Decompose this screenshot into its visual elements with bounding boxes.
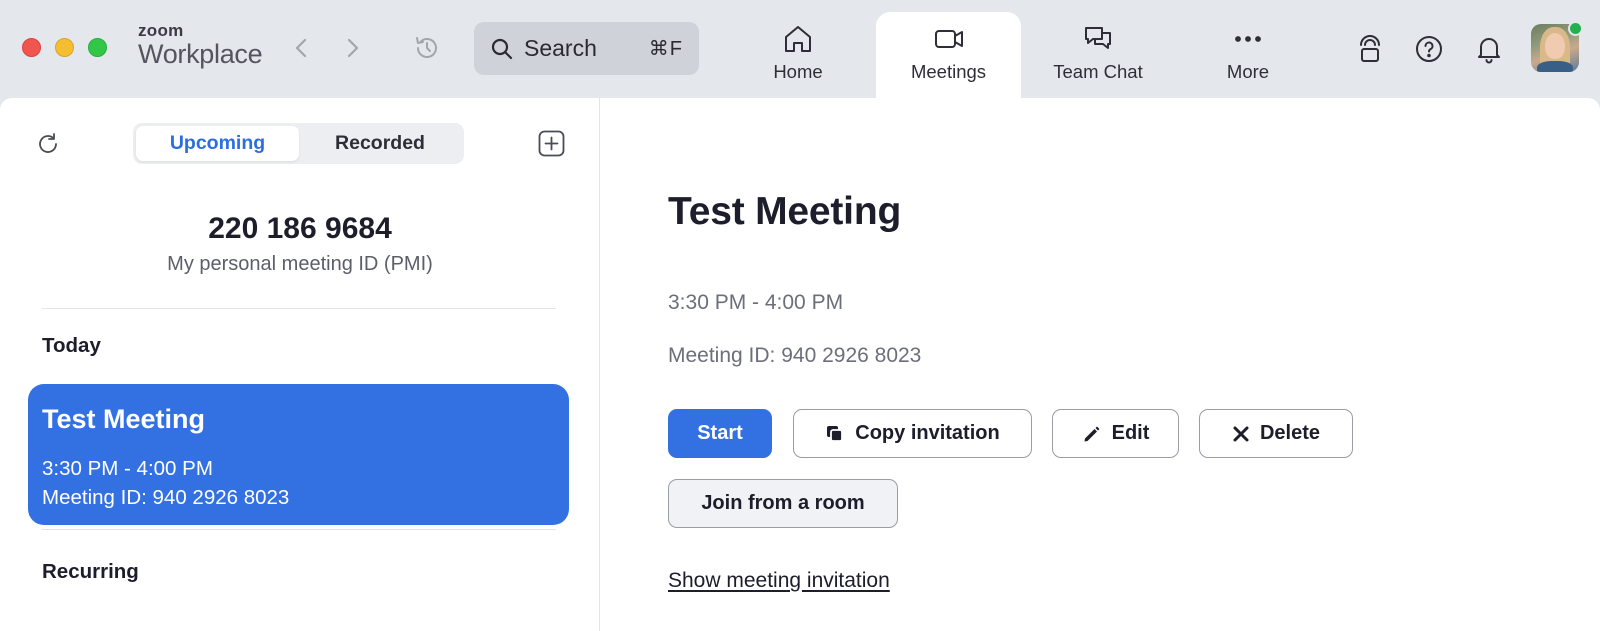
bell-icon [1478,38,1500,64]
refresh-button[interactable] [34,130,62,158]
delete-button-label: Delete [1259,422,1321,444]
brand-workplace: Workplace [138,39,263,69]
start-button[interactable]: Start [668,409,772,458]
app-logo: zoom Workplace [138,21,263,69]
tab-home[interactable]: Home [730,12,866,98]
pencil-icon [1084,426,1100,441]
remote-connect-button[interactable] [1352,31,1388,67]
meeting-list-item[interactable]: Test Meeting 3:30 PM - 4:00 PM Meeting I… [28,384,569,525]
tab-team-chat[interactable]: Team Chat [1030,12,1166,98]
tab-more-label: More [1226,61,1270,82]
divider [42,529,556,530]
join-from-room-label: Join from a room [701,492,865,514]
window-zoom-button[interactable] [88,38,107,57]
tab-recorded[interactable]: Recorded [299,126,461,161]
plus-square-icon [538,130,565,157]
edit-button[interactable]: Edit [1052,409,1179,458]
chevron-left-icon [295,38,307,58]
divider [42,308,556,309]
forward-button[interactable] [339,33,367,63]
online-status-dot [1568,21,1583,36]
brand-zoom: zoom [138,21,184,40]
pmi-label: My personal meeting ID (PMI) [167,253,433,275]
copy-icon [827,425,844,442]
meeting-detail-panel: Test Meeting 3:30 PM - 4:00 PM Meeting I… [600,98,1600,631]
meeting-item-time: 3:30 PM - 4:00 PM [42,457,213,480]
connect-signal-icon [1360,35,1380,62]
tab-team-chat-label: Team Chat [1053,61,1143,82]
title-bar: zoom Workplace Search ⌘F Home Meetings T… [0,0,1600,98]
video-camera-icon [934,30,963,48]
tab-more[interactable]: More [1180,12,1316,98]
meeting-item-title: Test Meeting [42,404,206,434]
copy-invitation-label: Copy invitation [855,422,1000,444]
chat-bubbles-icon [1085,27,1111,49]
chevron-right-icon [347,38,359,58]
section-recurring: Recurring [42,560,139,583]
meetings-list-panel: Upcoming Recorded 220 186 9684 My person… [0,98,600,631]
window-minimize-button[interactable] [55,38,74,57]
search-bar[interactable]: Search ⌘F [474,22,699,75]
window-close-button[interactable] [22,38,41,57]
meeting-time: 3:30 PM - 4:00 PM [668,291,844,314]
more-dots-icon [1235,36,1261,42]
avatar-shirt [1537,61,1573,72]
home-icon [785,26,811,52]
meeting-title: Test Meeting [668,190,902,233]
notifications-button[interactable] [1471,31,1507,67]
section-today: Today [42,334,101,357]
help-icon [1416,36,1442,62]
search-label: Search [524,35,597,61]
join-from-room-button[interactable]: Join from a room [668,479,898,528]
add-meeting-button[interactable] [538,130,565,157]
meeting-id: Meeting ID: 940 2926 8023 [668,344,922,367]
refresh-icon [39,133,57,153]
history-clock-icon [416,37,437,58]
history-button[interactable] [410,33,444,63]
meetings-segmented-control: Upcoming Recorded [133,123,464,164]
meeting-item-id: Meeting ID: 940 2926 8023 [42,486,290,509]
edit-button-label: Edit [1111,422,1150,444]
close-x-icon [1233,426,1249,441]
search-shortcut: ⌘F [648,38,683,60]
show-invitation-link[interactable]: Show meeting invitation [668,569,890,593]
delete-button[interactable]: Delete [1199,409,1353,458]
tab-meetings[interactable]: Meetings [876,12,1021,98]
tab-meetings-label: Meetings [910,61,987,82]
copy-invitation-button[interactable]: Copy invitation [793,409,1032,458]
tab-upcoming[interactable]: Upcoming [136,126,299,161]
pmi-number[interactable]: 220 186 9684 [0,212,600,246]
tab-home-label: Home [773,61,823,82]
start-button-label: Start [697,422,743,444]
search-icon [491,38,513,59]
avatar-face [1545,33,1565,59]
back-button[interactable] [287,33,315,63]
help-button[interactable] [1411,31,1447,67]
